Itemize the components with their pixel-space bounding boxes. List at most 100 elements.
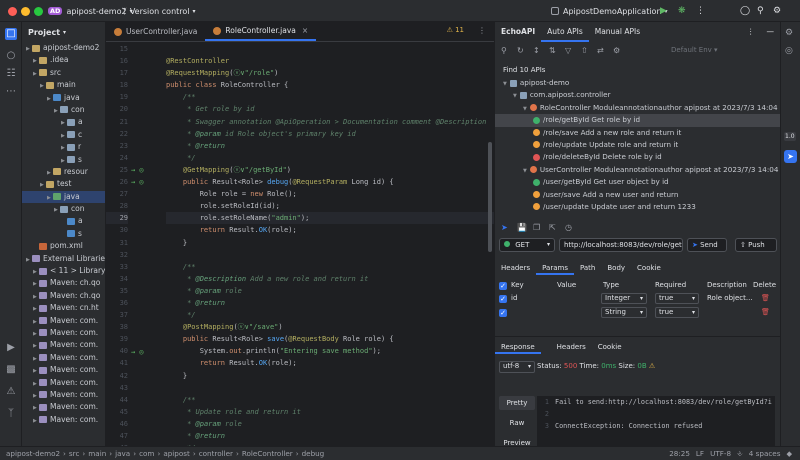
code-line[interactable]: public Result<Role> debug(@RequestParam … bbox=[166, 176, 494, 188]
resp-tab-response[interactable]: Response bbox=[495, 340, 541, 354]
breadcrumb-item[interactable]: RoleController bbox=[242, 449, 293, 458]
code-line[interactable]: System.out.println("Entering save method… bbox=[166, 345, 494, 357]
code-line[interactable]: return Result.OK(role); bbox=[166, 224, 494, 236]
code-line[interactable]: /** bbox=[166, 394, 494, 406]
code-line[interactable]: * @param role bbox=[166, 418, 494, 430]
structure-icon[interactable]: ☷ bbox=[5, 68, 17, 80]
history-icon[interactable]: ◷ bbox=[565, 223, 572, 232]
code-line[interactable]: } bbox=[166, 370, 494, 382]
collapse-icon[interactable]: ⇅ bbox=[549, 46, 556, 55]
project-tree-item[interactable]: ▶ Maven: com. bbox=[22, 401, 105, 413]
minimize-panel-icon[interactable]: — bbox=[761, 22, 781, 42]
code-line[interactable]: * @return bbox=[166, 430, 494, 442]
tab-role-controller[interactable]: RoleController.java × bbox=[205, 22, 317, 41]
project-tree-item[interactable]: ▶ < 11 > Library bbox=[22, 265, 105, 277]
project-tree-item[interactable]: ▶ con bbox=[22, 104, 105, 116]
file-encoding[interactable]: UTF-8 bbox=[710, 449, 731, 458]
project-tree-item[interactable]: ▶ s bbox=[22, 154, 105, 166]
refresh-icon[interactable]: ↻ bbox=[517, 46, 524, 55]
panel-more-icon[interactable]: ⋮ bbox=[741, 22, 761, 42]
req-tab-headers[interactable]: Headers bbox=[495, 261, 536, 275]
select-all-checkbox[interactable]: ✓ bbox=[499, 281, 507, 290]
param-required-select[interactable]: true ▾ bbox=[655, 307, 699, 318]
sync-icon[interactable]: ⇄ bbox=[597, 46, 604, 55]
export-icon[interactable]: ⇧ bbox=[581, 46, 588, 55]
indent-setting[interactable]: 4 spaces bbox=[749, 449, 781, 458]
req-tab-path[interactable]: Path bbox=[574, 261, 601, 275]
chevron-down-icon[interactable]: ▾ bbox=[63, 29, 66, 36]
share-icon[interactable]: ⇱ bbox=[549, 223, 556, 232]
project-tree-item[interactable]: ▶ Maven: cn.ht bbox=[22, 302, 105, 314]
api-endpoint-item[interactable]: /role/deleteById Delete role by id bbox=[495, 151, 780, 163]
code-line[interactable]: role.setRoleName("admin"); bbox=[166, 212, 494, 225]
code-line[interactable]: @RequestMapping(ⓥ∨"/role") bbox=[166, 67, 494, 79]
project-tree-item[interactable]: ▶ test bbox=[22, 178, 105, 190]
project-tree-item[interactable]: a bbox=[22, 215, 105, 227]
param-checkbox[interactable]: ✓ bbox=[499, 308, 507, 317]
code-line[interactable]: * @return bbox=[166, 140, 494, 152]
code-line[interactable]: * @param id Role object's primary key id bbox=[166, 128, 494, 140]
project-tree-item[interactable]: ▶ Maven: com. bbox=[22, 377, 105, 389]
project-tree-item[interactable]: ▶ a bbox=[22, 116, 105, 128]
push-button[interactable]: ⇧ Push bbox=[735, 238, 777, 252]
code-line[interactable]: * @Description Add a new role and return… bbox=[166, 273, 494, 285]
project-tree-item[interactable]: pom.xml bbox=[22, 240, 105, 252]
bean-gutter-icon[interactable]: → ◎ bbox=[131, 166, 144, 174]
code-area[interactable]: @RestController @RequestMapping(ⓥ∨"/role"… bbox=[166, 43, 494, 446]
filter-icon[interactable]: ▽ bbox=[565, 46, 571, 55]
resp-tab-cookie[interactable]: Cookie bbox=[592, 340, 628, 354]
api-tree-node[interactable]: ▼ UserController Moduleannotationauthor a… bbox=[495, 164, 780, 176]
env-selector[interactable]: Default Env ▾ bbox=[671, 46, 718, 54]
settings-icon[interactable]: ⚙ bbox=[613, 46, 620, 55]
code-line[interactable]: } bbox=[166, 237, 494, 249]
api-gutter-icon[interactable]: → ◎ bbox=[131, 348, 144, 356]
project-tree-item[interactable]: ▶ apipost-demo2 bbox=[22, 42, 105, 54]
method-select[interactable]: GET ▾ bbox=[499, 238, 555, 252]
project-tree-item[interactable]: ▶ main bbox=[22, 79, 105, 91]
search-icon[interactable]: ⚲ bbox=[501, 46, 507, 55]
project-tree-item[interactable]: ▶ Maven: com. bbox=[22, 364, 105, 376]
api-endpoint-item[interactable]: /user/getById Get user object by id bbox=[495, 176, 780, 188]
tab-auto-apis[interactable]: Auto APIs bbox=[541, 22, 589, 42]
lock-icon[interactable]: ⎀ bbox=[737, 449, 743, 459]
code-line[interactable]: return Result.OK(role); bbox=[166, 357, 494, 369]
problems-icon[interactable]: ⚠ bbox=[5, 386, 17, 398]
api-endpoint-item[interactable]: /role/save Add a new role and return it bbox=[495, 127, 780, 139]
close-tab-icon[interactable]: × bbox=[302, 26, 308, 35]
api-tree-node[interactable]: ▼ com.apipost.controller bbox=[495, 89, 780, 101]
project-tree-item[interactable]: ▶ External Librarie bbox=[22, 253, 105, 265]
code-line[interactable]: role.setRoleId(id); bbox=[166, 200, 494, 212]
code-line[interactable]: @GetMapping(ⓥ∨"/getById") bbox=[166, 164, 494, 176]
api-endpoint-item[interactable]: /user/update Update user and return 1233 bbox=[495, 201, 780, 213]
param-key[interactable]: id bbox=[511, 292, 517, 305]
project-tree-item[interactable]: ▶ Maven: com. bbox=[22, 339, 105, 351]
api-endpoint-item[interactable]: /user/save Add a new user and return bbox=[495, 189, 780, 201]
project-tree-item[interactable]: ▶ Maven: com. bbox=[22, 352, 105, 364]
breadcrumb-item[interactable]: com bbox=[139, 449, 154, 458]
expand-icon[interactable]: ↕ bbox=[533, 46, 540, 55]
code-line[interactable]: @PostMapping(ⓥ∨"/save") bbox=[166, 321, 494, 333]
copy-icon[interactable]: ❐ bbox=[533, 223, 540, 232]
resp-tab-headers[interactable]: Headers bbox=[551, 340, 592, 354]
tab-user-controller[interactable]: UserController.java bbox=[106, 22, 205, 41]
delete-param-icon[interactable]: 🗑 bbox=[761, 292, 770, 305]
save-icon[interactable]: 💾 bbox=[517, 223, 527, 232]
project-folder-icon[interactable]: □ bbox=[5, 28, 17, 40]
code-line[interactable]: * @return bbox=[166, 297, 494, 309]
param-checkbox[interactable]: ✓ bbox=[499, 294, 507, 303]
project-tree-item[interactable]: ▶ src bbox=[22, 67, 105, 79]
vcs-menu[interactable]: ᛉ Version control ▾ bbox=[122, 4, 196, 18]
breadcrumb-item[interactable]: src bbox=[69, 449, 80, 458]
project-tree-item[interactable]: s bbox=[22, 228, 105, 240]
req-tab-params[interactable]: Params bbox=[536, 261, 574, 275]
project-tree-item[interactable]: ▶ c bbox=[22, 129, 105, 141]
account-icon[interactable]: ◯ bbox=[740, 4, 750, 18]
code-line[interactable]: * @param role bbox=[166, 285, 494, 297]
more-tools-icon[interactable]: ⋯ bbox=[5, 86, 17, 98]
code-line[interactable]: * Update role and return it bbox=[166, 406, 494, 418]
commit-icon[interactable]: ○ bbox=[5, 50, 17, 62]
breadcrumb-item[interactable]: java bbox=[115, 449, 130, 458]
code-line[interactable]: Role role = new Role(); bbox=[166, 188, 494, 200]
notifications-icon[interactable]: ⚙ bbox=[785, 28, 793, 38]
code-line[interactable] bbox=[166, 43, 494, 55]
